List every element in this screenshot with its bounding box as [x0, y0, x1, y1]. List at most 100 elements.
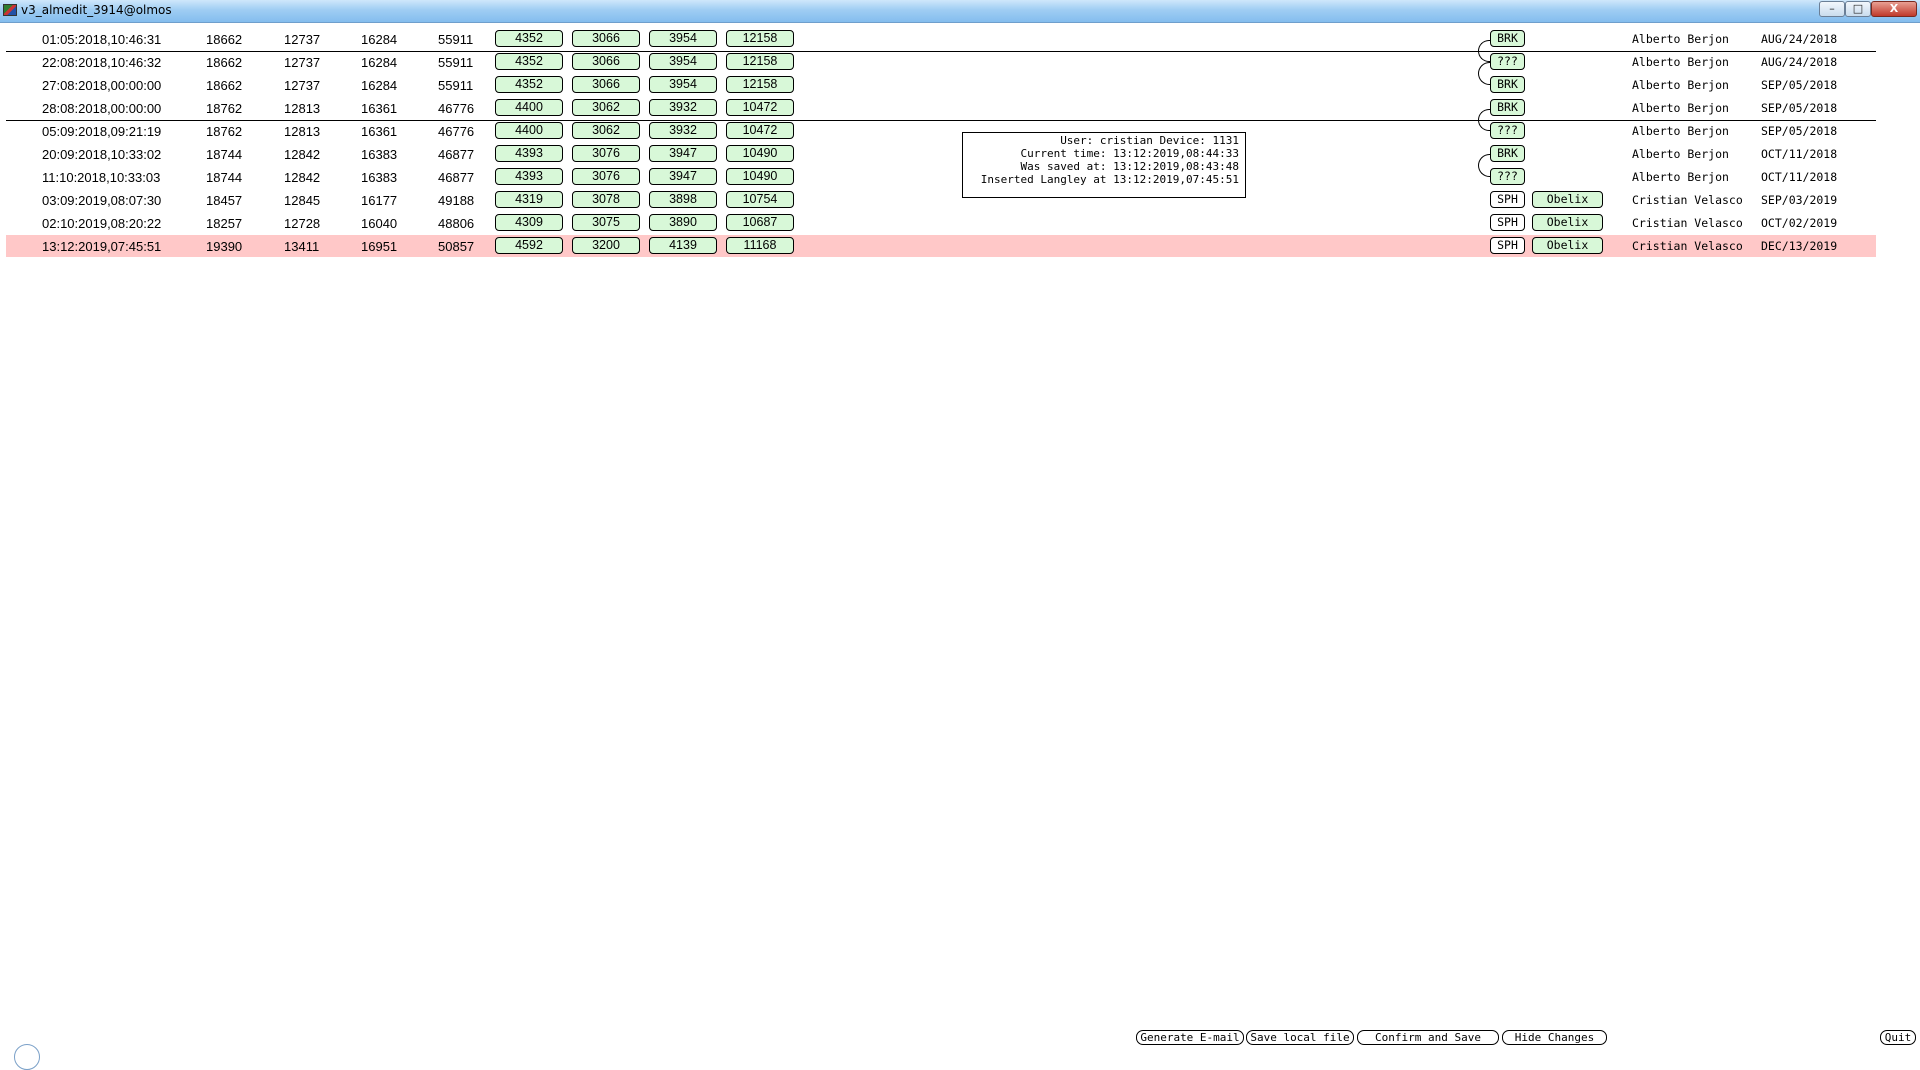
table-row[interactable]: 05:09:2018,09:21:19 18762 12813 16361 46776 4… [6, 120, 1876, 142]
table-row[interactable]: 20:09:2018,10:33:02 18744 12842 16383 46877 4… [6, 143, 1876, 165]
row-edit-box-3[interactable]: 4139 [649, 237, 717, 254]
row-edit-box-3[interactable]: 3898 [649, 191, 717, 208]
quit-button[interactable]: Quit [1880, 1030, 1916, 1045]
row-status-tag[interactable]: SPH [1490, 237, 1525, 254]
table-row[interactable]: 02:10:2019,08:20:22 18257 12728 16040 48806 4… [6, 212, 1876, 234]
table-row[interactable]: 11:10:2018,10:33:03 18744 12842 16383 46877 4… [6, 166, 1876, 188]
table-row[interactable]: 13:12:2019,07:45:51 19390 13411 16951 50857 4… [6, 235, 1876, 257]
row-edit-box-1[interactable]: 4393 [495, 145, 563, 162]
row-edit-box-3[interactable]: 3932 [649, 99, 717, 116]
row-user: Cristian Velasco [1632, 216, 1743, 230]
row-edit-box-2[interactable]: 3066 [572, 76, 640, 93]
row-edit-box-1[interactable]: 4352 [495, 30, 563, 47]
row-status-tag[interactable]: BRK [1490, 145, 1525, 162]
row-edit-box-4[interactable]: 10490 [726, 168, 794, 185]
row-edit-box-2[interactable]: 3075 [572, 214, 640, 231]
row-edit-box-1[interactable]: 4393 [495, 168, 563, 185]
row-value-3: 16284 [361, 55, 398, 70]
row-user: Alberto Berjon [1632, 170, 1729, 184]
row-status-tag[interactable]: ??? [1490, 122, 1525, 139]
row-edit-box-4[interactable]: 10472 [726, 122, 794, 139]
maximize-button[interactable]: □ [1845, 1, 1871, 17]
row-edit-box-1[interactable]: 4592 [495, 237, 563, 254]
row-edit-box-2[interactable]: 3066 [572, 53, 640, 70]
row-edit-box-2[interactable]: 3066 [572, 30, 640, 47]
close-button[interactable]: X [1871, 1, 1917, 17]
row-status-tag[interactable]: BRK [1490, 99, 1525, 116]
row-edit-box-3[interactable]: 3890 [649, 214, 717, 231]
row-device-tag[interactable]: Obelix [1532, 191, 1603, 208]
row-edit-box-2[interactable]: 3062 [572, 99, 640, 116]
row-user-date: OCT/11/2018 [1761, 147, 1838, 161]
row-user: Cristian Velasco [1632, 239, 1743, 253]
row-value-1: 18662 [206, 55, 243, 70]
row-edit-box-3[interactable]: 3954 [649, 76, 717, 93]
row-user-date: SEP/05/2018 [1761, 78, 1838, 92]
row-status-tag[interactable]: ??? [1490, 168, 1525, 185]
row-timestamp: 01:05:2018,10:46:31 [42, 32, 162, 47]
row-edit-box-2[interactable]: 3200 [572, 237, 640, 254]
minimize-button[interactable]: – [1819, 1, 1845, 17]
row-device-tag[interactable]: Obelix [1532, 214, 1603, 231]
row-edit-box-4[interactable]: 12158 [726, 53, 794, 70]
row-edit-box-1[interactable]: 4352 [495, 76, 563, 93]
row-status-tag[interactable]: SPH [1490, 214, 1525, 231]
table-row[interactable]: 01:05:2018,10:46:31 18662 12737 16284 55911 4… [6, 28, 1876, 50]
row-user: Alberto Berjon [1632, 124, 1729, 138]
table-row[interactable]: 27:08:2018,00:00:00 18662 12737 16284 55911 4… [6, 74, 1876, 96]
row-edit-box-4[interactable]: 10472 [726, 99, 794, 116]
row-timestamp: 20:09:2018,10:33:02 [42, 147, 162, 162]
row-value-4: 46776 [438, 101, 475, 116]
row-edit-box-1[interactable]: 4400 [495, 99, 563, 116]
row-edit-box-2[interactable]: 3076 [572, 168, 640, 185]
app-icon [3, 4, 17, 16]
row-timestamp: 03:09:2019,08:07:30 [42, 193, 162, 208]
row-edit-box-1[interactable]: 4400 [495, 122, 563, 139]
row-user-date: SEP/05/2018 [1761, 101, 1838, 115]
row-timestamp: 11:10:2018,10:33:03 [42, 170, 161, 185]
row-value-3: 16284 [361, 32, 398, 47]
table-row[interactable]: 22:08:2018,10:46:32 18662 12737 16284 55911 4… [6, 51, 1876, 73]
row-edit-box-2[interactable]: 3062 [572, 122, 640, 139]
confirm-and-save-button[interactable]: Confirm and Save [1357, 1030, 1499, 1045]
row-status-tag[interactable]: BRK [1490, 30, 1525, 47]
row-edit-box-4[interactable]: 12158 [726, 30, 794, 47]
row-edit-box-4[interactable]: 10490 [726, 145, 794, 162]
start-orb-icon[interactable] [14, 1044, 40, 1070]
row-edit-box-4[interactable]: 12158 [726, 76, 794, 93]
row-edit-box-4[interactable]: 11168 [726, 237, 794, 254]
table-row[interactable]: 03:09:2019,08:07:30 18457 12845 16177 49188 4… [6, 189, 1876, 211]
row-device-tag[interactable]: Obelix [1532, 237, 1603, 254]
table-row[interactable]: 28:08:2018,00:00:00 18762 12813 16361 46776 4… [6, 97, 1876, 119]
row-edit-box-3[interactable]: 3954 [649, 53, 717, 70]
window-title: v3_almedit_3914@olmos [21, 3, 172, 17]
row-edit-box-2[interactable]: 3076 [572, 145, 640, 162]
row-status-tag[interactable]: BRK [1490, 76, 1525, 93]
row-edit-box-3[interactable]: 3932 [649, 122, 717, 139]
row-value-3: 16383 [361, 170, 398, 185]
row-edit-box-3[interactable]: 3947 [649, 168, 717, 185]
save-local-file-button[interactable]: Save local file [1246, 1030, 1354, 1045]
row-edit-box-4[interactable]: 10754 [726, 191, 794, 208]
row-value-1: 19390 [206, 239, 243, 254]
row-user: Alberto Berjon [1632, 101, 1729, 115]
window-titlebar[interactable]: v3_almedit_3914@olmos – □ X [0, 0, 1920, 23]
row-edit-box-3[interactable]: 3954 [649, 30, 717, 47]
row-value-2: 13411 [284, 239, 320, 254]
row-value-2: 12813 [284, 101, 321, 116]
row-value-2: 12842 [284, 170, 321, 185]
row-edit-box-4[interactable]: 10687 [726, 214, 794, 231]
row-edit-box-1[interactable]: 4319 [495, 191, 563, 208]
row-status-tag[interactable]: SPH [1490, 191, 1525, 208]
row-edit-box-2[interactable]: 3078 [572, 191, 640, 208]
row-value-2: 12845 [284, 193, 321, 208]
hide-changes-button[interactable]: Hide Changes [1502, 1030, 1607, 1045]
row-status-tag[interactable]: ??? [1490, 53, 1525, 70]
generate-email-button[interactable]: Generate E-mail [1136, 1030, 1244, 1045]
row-user-date: OCT/11/2018 [1761, 170, 1838, 184]
row-edit-box-1[interactable]: 4309 [495, 214, 563, 231]
row-edit-box-1[interactable]: 4352 [495, 53, 563, 70]
row-value-1: 18457 [206, 193, 243, 208]
row-edit-box-3[interactable]: 3947 [649, 145, 717, 162]
info-user-line: User: cristian Device: 1131 [1060, 134, 1239, 147]
